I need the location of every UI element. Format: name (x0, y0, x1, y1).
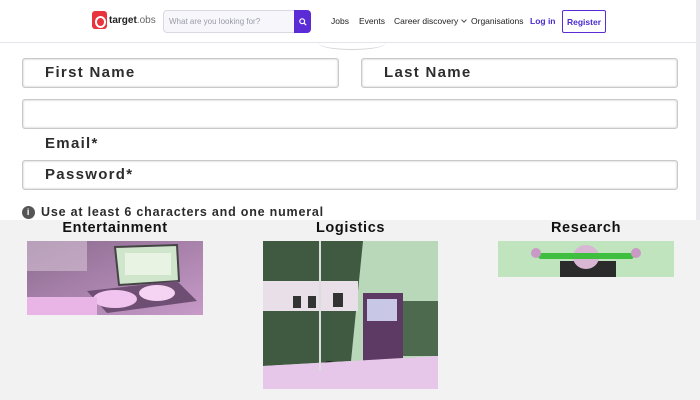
truck-image (263, 241, 438, 389)
last-name-placeholder: Last Name (384, 64, 472, 81)
logo-icon (92, 11, 107, 29)
search-input[interactable] (164, 11, 294, 32)
first-name-field[interactable]: First Name (22, 58, 339, 88)
first-name-placeholder: First Name (45, 64, 136, 81)
logo-brand: target (109, 14, 137, 26)
site-logo[interactable]: target.obs (92, 11, 156, 29)
industry-card-research[interactable] (498, 241, 674, 277)
search-box (163, 10, 311, 33)
password-hint: i Use at least 6 characters and one numer… (22, 205, 324, 219)
page: target.obs Jobs Events Career discovery … (0, 0, 700, 400)
info-icon: i (22, 206, 35, 219)
person-with-tube-image (498, 241, 674, 277)
password-field[interactable]: Password* (22, 160, 678, 190)
laptop-typing-image (27, 241, 203, 315)
nav-career-discovery[interactable]: Career discovery (394, 16, 468, 26)
nav-events[interactable]: Events (359, 16, 385, 26)
chevron-down-icon (461, 17, 468, 23)
last-name-field[interactable]: Last Name (361, 58, 678, 88)
avatar-outline (318, 36, 386, 50)
password-hint-text: Use at least 6 characters and one numera… (41, 205, 324, 219)
nav-jobs[interactable]: Jobs (331, 16, 349, 26)
login-link[interactable]: Log in (530, 16, 556, 26)
nav-career-discovery-label: Career discovery (394, 16, 459, 26)
industry-title-logistics: Logistics (315, 220, 386, 236)
industry-card-entertainment[interactable] (27, 241, 203, 315)
search-icon (298, 17, 307, 26)
industry-title-entertainment: Entertainment (62, 220, 168, 236)
name-field[interactable] (22, 99, 678, 129)
industry-card-logistics[interactable] (263, 241, 438, 389)
industry-title-research: Research (550, 220, 622, 236)
register-button[interactable]: Register (562, 10, 606, 33)
search-button[interactable] (294, 10, 311, 33)
email-label: Email* (45, 135, 99, 152)
logo-suffix: .obs (136, 14, 156, 26)
nav-organisations[interactable]: Organisations (471, 16, 523, 26)
password-placeholder: Password* (45, 166, 134, 183)
industries-section: Entertainment Logistics Research (0, 220, 700, 400)
